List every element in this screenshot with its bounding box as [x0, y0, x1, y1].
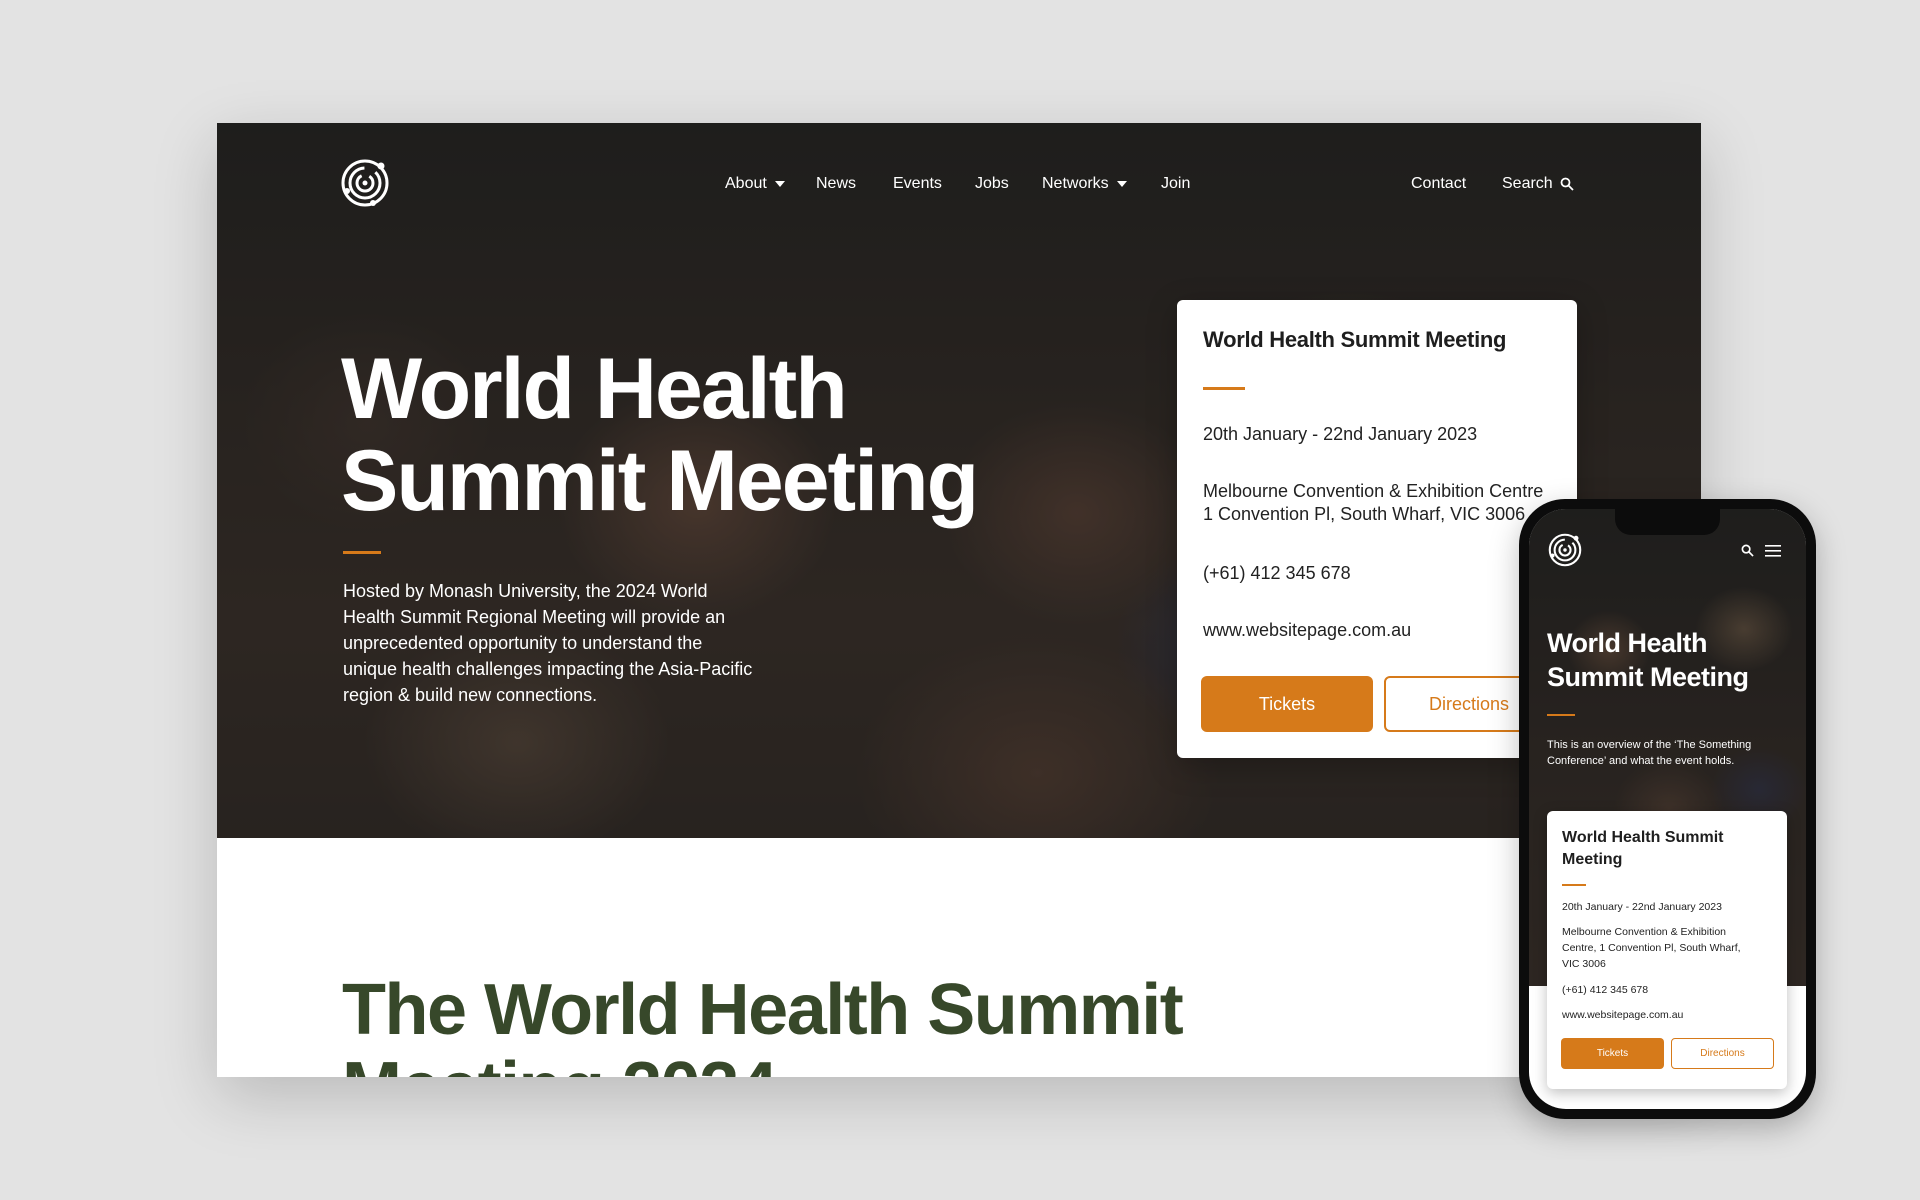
- mobile-event-website-link[interactable]: www.websitepage.com.au: [1562, 1008, 1683, 1022]
- event-venue-line1: Melbourne Convention & Exhibition Centre: [1203, 481, 1544, 501]
- hero-accent-divider: [343, 551, 381, 554]
- nav-search[interactable]: Search: [1502, 175, 1574, 193]
- nav-about-label: About: [725, 175, 767, 192]
- mobile-hero-title: World Health Summit Meeting: [1547, 626, 1749, 694]
- nav-contact[interactable]: Contact: [1411, 175, 1466, 193]
- phone-mockup: World Health Summit Meeting This is an o…: [1519, 499, 1816, 1119]
- event-card-title: World Health Summit Meeting: [1203, 327, 1507, 352]
- event-phone[interactable]: (+61) 412 345 678: [1203, 562, 1351, 585]
- event-venue-line2: 1 Convention Pl, South Wharf, VIC 3006: [1203, 504, 1526, 524]
- event-card-accent-divider: [1203, 387, 1245, 390]
- circular-maze-logo-icon[interactable]: [339, 157, 391, 209]
- nav-events[interactable]: Events: [893, 175, 942, 193]
- hero-title: World Health Summit Meeting: [341, 343, 981, 527]
- nav-search-label: Search: [1502, 175, 1553, 192]
- phone-notch: [1615, 509, 1720, 535]
- mobile-event-phone[interactable]: (+61) 412 345 678: [1562, 983, 1648, 997]
- mobile-directions-button[interactable]: Directions: [1671, 1038, 1774, 1069]
- circular-maze-logo-icon[interactable]: [1547, 532, 1583, 568]
- search-icon: [1560, 177, 1574, 191]
- search-icon[interactable]: [1741, 544, 1754, 557]
- event-dates: 20th January - 22nd January 2023: [1203, 424, 1478, 444]
- desktop-mockup: About News Events Jobs Networks Join Con…: [217, 123, 1701, 1077]
- hero-title-line2: Summit Meeting: [341, 433, 979, 529]
- mobile-event-venue-line1: Melbourne Convention & Exhibition: [1562, 926, 1727, 938]
- mobile-event-card-accent-divider: [1562, 884, 1586, 886]
- nav-about[interactable]: About: [725, 175, 785, 193]
- nav-join[interactable]: Join: [1161, 175, 1190, 193]
- hero-description: Hosted by Monash University, the 2024 Wo…: [343, 581, 753, 705]
- mobile-event-card-title-line2: Meeting: [1562, 851, 1623, 868]
- section-title-line2: Meeting 2024: [342, 1049, 1242, 1077]
- mobile-hero-accent-divider: [1547, 714, 1575, 716]
- mobile-event-venue-line3: VIC 3006: [1562, 958, 1606, 970]
- mobile-event-card-title: World Health Summit Meeting: [1562, 827, 1724, 871]
- mobile-hero-description: This is an overview of the ‘The Somethin…: [1547, 739, 1752, 767]
- event-website-link[interactable]: www.websitepage.com.au: [1203, 619, 1411, 642]
- mobile-event-card-title-line1: World Health Summit: [1562, 829, 1724, 846]
- nav-networks-label: Networks: [1042, 175, 1109, 192]
- mobile-event-dates: 20th January - 22nd January 2023: [1562, 901, 1722, 913]
- section-title: The World Health Summit Meeting 2024: [342, 971, 1242, 1077]
- tickets-button[interactable]: Tickets: [1201, 676, 1373, 732]
- nav-news[interactable]: News: [816, 175, 856, 193]
- chevron-down-icon: [774, 181, 785, 187]
- chevron-down-icon: [1116, 181, 1127, 187]
- nav-jobs[interactable]: Jobs: [975, 175, 1009, 193]
- phone-screen: World Health Summit Meeting This is an o…: [1529, 509, 1806, 1109]
- mobile-hero-title-line1: World Health: [1547, 628, 1708, 658]
- section-title-line1: The World Health Summit: [342, 970, 1184, 1050]
- mobile-event-details-card: World Health Summit Meeting 20th January…: [1547, 811, 1787, 1089]
- mobile-tickets-button[interactable]: Tickets: [1561, 1038, 1664, 1069]
- mobile-event-venue-line2: Centre, 1 Convention Pl, South Wharf,: [1562, 942, 1741, 954]
- nav-networks[interactable]: Networks: [1042, 175, 1127, 193]
- mobile-hero-title-line2: Summit Meeting: [1547, 662, 1749, 692]
- hero-title-line1: World Health: [341, 341, 848, 437]
- hamburger-menu-icon[interactable]: [1765, 545, 1781, 557]
- event-details-card: World Health Summit Meeting 20th January…: [1177, 300, 1577, 758]
